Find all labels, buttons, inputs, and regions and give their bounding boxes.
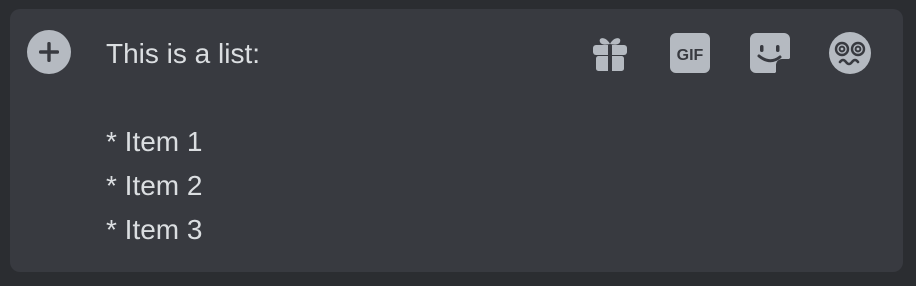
gif-icon: GIF [670, 33, 710, 73]
gift-button[interactable] [588, 31, 632, 75]
emoji-icon [829, 32, 871, 74]
message-line: * Item 1 [106, 126, 203, 157]
gif-button[interactable]: GIF [668, 31, 712, 75]
message-line [106, 76, 566, 120]
emoji-button[interactable] [828, 31, 872, 75]
message-line: * Item 3 [106, 214, 203, 245]
composer-actions: GIF [588, 31, 872, 75]
sticker-icon [750, 33, 790, 73]
plus-icon [39, 42, 59, 62]
message-line: This is a list: [106, 38, 261, 69]
message-line: * Item 2 [106, 170, 203, 201]
message-input[interactable]: This is a list: * Item 1 * Item 2 * Item… [106, 32, 566, 252]
gift-icon [593, 38, 627, 71]
gif-label: GIF [677, 47, 704, 64]
sticker-button[interactable] [748, 31, 792, 75]
attach-button[interactable] [27, 30, 71, 74]
message-composer: This is a list: * Item 1 * Item 2 * Item… [10, 9, 903, 272]
